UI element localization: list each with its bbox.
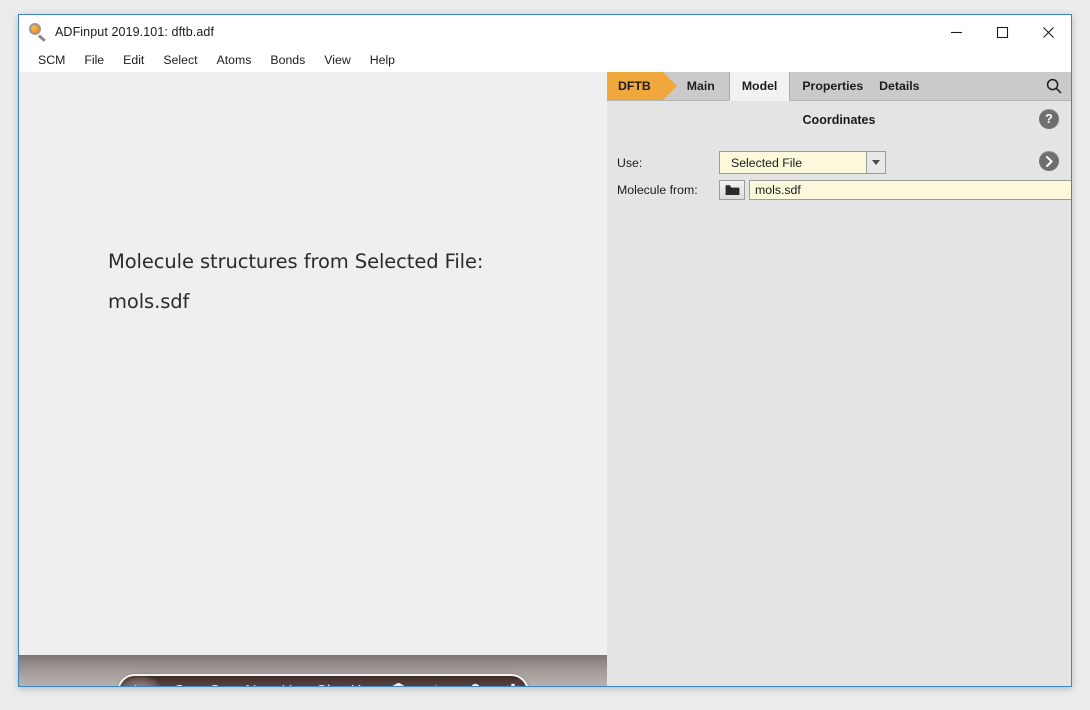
molecule-viewport[interactable]: Molecule structures from Selected File: … bbox=[19, 72, 607, 655]
minimize-icon[interactable] bbox=[933, 15, 979, 49]
use-select-value: Selected File bbox=[731, 155, 803, 170]
label-molecule-from: Molecule from: bbox=[617, 183, 698, 197]
menu-item-edit[interactable]: Edit bbox=[123, 49, 144, 72]
expand-next-button[interactable] bbox=[1039, 151, 1059, 171]
tool-atom-h[interactable]: H bbox=[269, 676, 305, 686]
window-body: Molecule structures from Selected File: … bbox=[19, 72, 1071, 686]
tab-details[interactable]: Details bbox=[871, 72, 927, 100]
tool-atom-n[interactable]: N bbox=[233, 676, 269, 686]
search-icon[interactable] bbox=[1037, 72, 1071, 100]
application-window: ADFinput 2019.101: dftb.adf SCM File Edi… bbox=[18, 14, 1072, 687]
chevron-down-icon[interactable] bbox=[866, 152, 885, 173]
tool-favorites[interactable] bbox=[417, 676, 455, 686]
hexagon-ring-icon bbox=[391, 683, 405, 686]
tool-ring[interactable] bbox=[379, 676, 417, 686]
magnifier-icon bbox=[29, 23, 47, 42]
tab-model[interactable]: Model bbox=[728, 72, 791, 101]
label-use: Use: bbox=[617, 155, 643, 170]
menu-item-select[interactable]: Select bbox=[163, 49, 197, 72]
menu-item-atoms[interactable]: Atoms bbox=[217, 49, 252, 72]
menu-item-view[interactable]: View bbox=[324, 49, 350, 72]
help-button[interactable]: ? bbox=[1039, 109, 1059, 129]
gear-icon bbox=[506, 683, 520, 686]
star-icon bbox=[435, 684, 437, 686]
tool-settings[interactable] bbox=[493, 676, 527, 686]
chevron-right-icon bbox=[1045, 155, 1053, 167]
tool-atom-o[interactable]: O bbox=[197, 676, 233, 686]
title-bar: ADFinput 2019.101: dftb.adf bbox=[19, 15, 1071, 49]
tab-bar-spacer bbox=[928, 72, 1038, 100]
molecule-file-input[interactable]: mols.sdf bbox=[749, 180, 1071, 200]
tab-properties[interactable]: Properties bbox=[790, 72, 871, 100]
use-select[interactable]: Selected File bbox=[719, 151, 886, 174]
menu-bar: SCM File Edit Select Atoms Bonds View He… bbox=[19, 49, 1071, 72]
form-row-molecule-from: Molecule from: mols.sdf bbox=[617, 180, 1071, 200]
maximize-icon[interactable] bbox=[979, 15, 1025, 49]
settings-panel: DFTB Main Model Properties Details Coord… bbox=[607, 72, 1071, 686]
close-icon[interactable] bbox=[1025, 15, 1071, 49]
viewport-message-title: Molecule structures from Selected File: bbox=[108, 250, 484, 273]
menu-item-bonds[interactable]: Bonds bbox=[270, 49, 305, 72]
tool-select-cursor[interactable] bbox=[119, 676, 161, 686]
viewport-bottom-strip: C O N H Cl X bbox=[19, 655, 607, 686]
panel-tab-bar: DFTB Main Model Properties Details bbox=[607, 72, 1071, 101]
tool-pin[interactable] bbox=[455, 676, 493, 686]
tab-dftb[interactable]: DFTB bbox=[607, 72, 677, 100]
tool-atom-cl[interactable]: Cl bbox=[305, 676, 341, 686]
atom-toolbar: C O N H Cl X bbox=[117, 674, 529, 686]
menu-item-scm[interactable]: SCM bbox=[38, 49, 65, 72]
cursor-arrow-icon bbox=[134, 684, 137, 686]
tool-atom-other-label: X bbox=[351, 683, 361, 686]
tool-atom-c[interactable]: C bbox=[161, 676, 197, 686]
molecule-file-value: mols.sdf bbox=[755, 183, 801, 197]
menu-item-file[interactable]: File bbox=[84, 49, 104, 72]
window-controls bbox=[933, 15, 1071, 49]
form-row-use: Use: Selected File bbox=[617, 151, 886, 174]
viewport-message-filename: mols.sdf bbox=[108, 290, 190, 313]
menu-item-help[interactable]: Help bbox=[370, 49, 395, 72]
section-title-coordinates: Coordinates bbox=[802, 113, 876, 127]
tool-atom-other[interactable]: X bbox=[341, 676, 379, 686]
pin-icon bbox=[471, 683, 480, 686]
folder-icon[interactable] bbox=[719, 180, 745, 200]
window-title: ADFinput 2019.101: dftb.adf bbox=[55, 25, 215, 39]
